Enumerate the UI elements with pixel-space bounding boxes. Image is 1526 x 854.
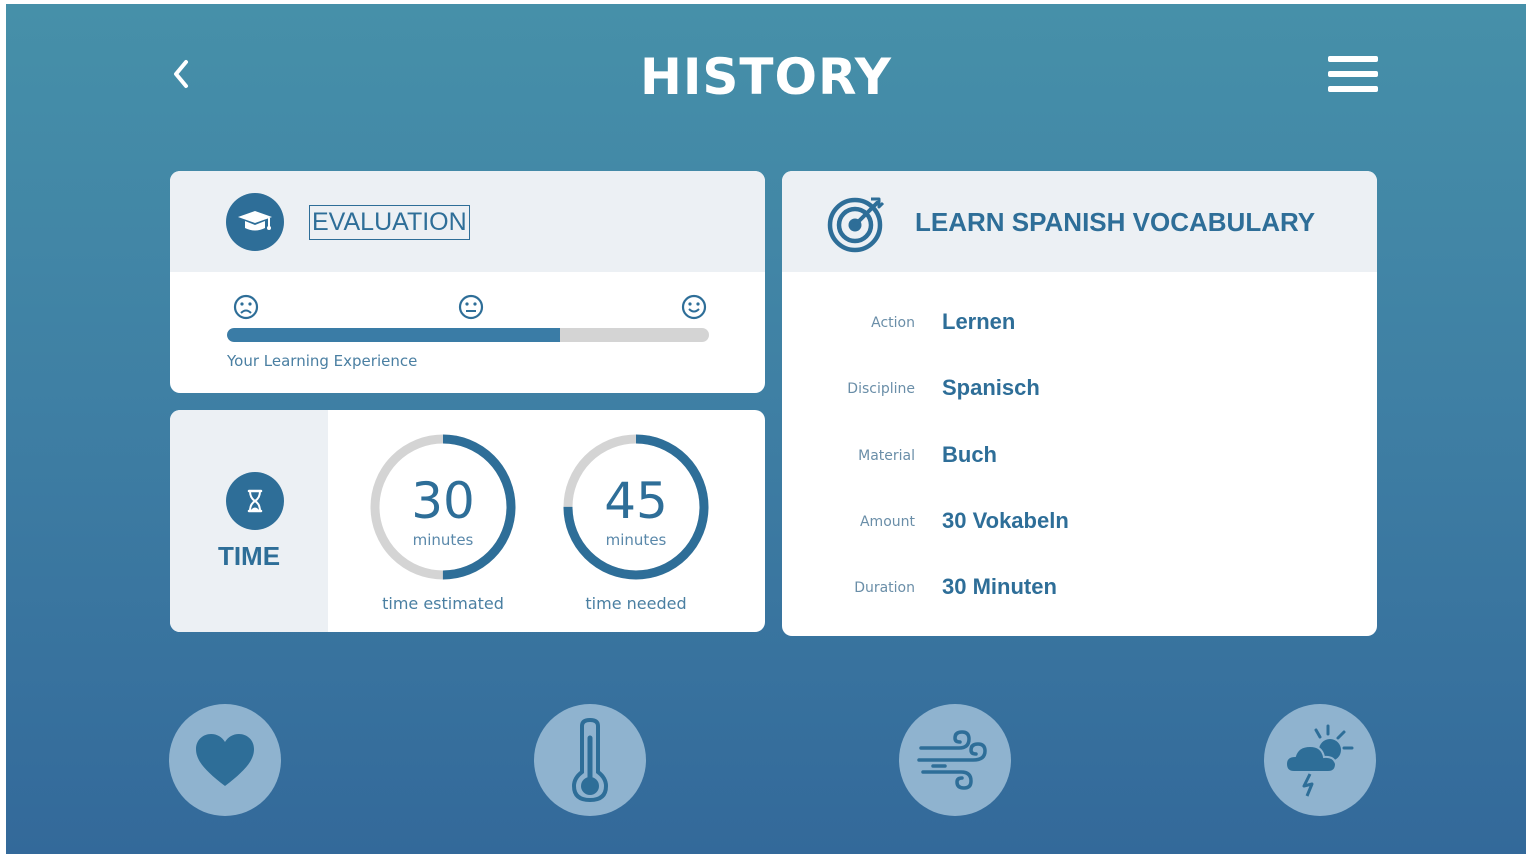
weather-button[interactable] xyxy=(1264,704,1376,816)
detail-row-material: Material Buch xyxy=(782,442,1377,472)
evaluation-header: EVALUATION xyxy=(170,171,765,272)
graduation-cap-icon xyxy=(226,193,284,251)
weather-storm-icon xyxy=(1284,724,1354,797)
task-header: LEARN SPANISH VOCABULARY xyxy=(782,171,1377,272)
neutral-face-icon xyxy=(458,294,484,320)
detail-key: Material xyxy=(858,448,915,464)
menu-icon-bar xyxy=(1328,56,1378,62)
thermometer-icon xyxy=(571,718,609,802)
detail-key: Amount xyxy=(859,514,915,530)
wind-icon xyxy=(917,730,987,790)
detail-row-duration: Duration 30 Minuten xyxy=(782,574,1377,604)
detail-value: Lernen xyxy=(942,309,1016,334)
time-needed-caption: time needed xyxy=(585,594,687,613)
time-needed-value: 45 xyxy=(604,472,668,530)
task-card: LEARN SPANISH VOCABULARY Action Lernen D… xyxy=(782,171,1377,636)
time-needed-unit: minutes xyxy=(605,531,667,549)
detail-value: Buch xyxy=(942,442,997,467)
learning-experience-bar-fill xyxy=(227,328,560,342)
learning-experience-bar[interactable] xyxy=(227,328,709,342)
detail-row-action: Action Lernen xyxy=(782,309,1377,339)
happy-face-icon xyxy=(681,294,707,320)
target-icon xyxy=(827,197,885,253)
menu-icon-bar xyxy=(1328,71,1378,77)
time-estimated-ring: 30 minutes xyxy=(368,432,518,582)
time-needed-ring: 45 minutes xyxy=(561,432,711,582)
detail-key: Discipline xyxy=(847,381,915,397)
menu-icon-bar xyxy=(1328,86,1378,92)
hourglass-icon xyxy=(226,472,284,530)
thermometer-button[interactable] xyxy=(534,704,646,816)
detail-value: 30 Minuten xyxy=(942,574,1057,599)
time-estimated-caption: time estimated xyxy=(382,594,504,613)
app-screen: HISTORY EVALUATION Your Learning Experie… xyxy=(6,4,1526,854)
heart-button[interactable] xyxy=(169,704,281,816)
page-title: HISTORY xyxy=(639,48,893,106)
task-title: LEARN SPANISH VOCABULARY xyxy=(915,207,1316,237)
learning-experience-label: Your Learning Experience xyxy=(227,352,418,370)
detail-value: Spanisch xyxy=(942,375,1040,400)
evaluation-title: EVALUATION xyxy=(309,205,470,240)
detail-row-discipline: Discipline Spanisch xyxy=(782,375,1377,405)
sad-face-icon xyxy=(233,294,259,320)
time-estimated-unit: minutes xyxy=(412,531,474,549)
time-sidebar: TIME xyxy=(170,410,328,632)
time-card: TIME 30 minutes time estimated 45 minute… xyxy=(170,410,765,632)
heart-icon xyxy=(196,734,254,786)
evaluation-card: EVALUATION Your Learning Experience xyxy=(170,171,765,393)
wind-button[interactable] xyxy=(899,704,1011,816)
detail-value: 30 Vokabeln xyxy=(942,508,1069,533)
detail-key: Action xyxy=(871,315,915,331)
time-title: TIME xyxy=(217,541,281,571)
detail-row-amount: Amount 30 Vokabeln xyxy=(782,508,1377,538)
menu-button[interactable] xyxy=(1328,56,1378,100)
time-estimated-value: 30 xyxy=(411,472,475,530)
detail-key: Duration xyxy=(854,580,915,596)
